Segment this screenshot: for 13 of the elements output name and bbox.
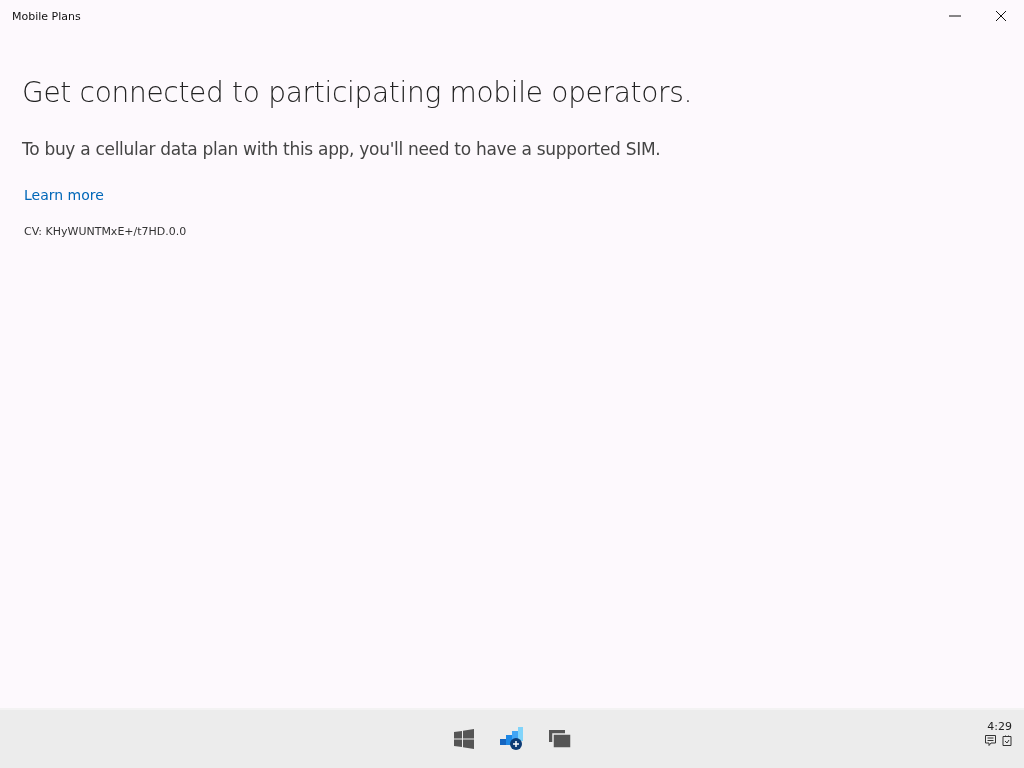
- window-title: Mobile Plans: [12, 9, 82, 23]
- signal-bars-plus-icon: [500, 727, 524, 751]
- task-view-icon: [549, 730, 571, 748]
- start-button[interactable]: [451, 726, 477, 752]
- notifications-icon[interactable]: [985, 735, 996, 746]
- clock-time: 4:29: [987, 720, 1012, 733]
- version-text: CV: KHyWUNTMxE+/t7HD.0.0: [24, 225, 187, 238]
- close-icon: [995, 10, 1007, 22]
- windows-logo-icon: [454, 729, 474, 749]
- taskbar-app-button[interactable]: [499, 726, 525, 752]
- learn-more-link[interactable]: Learn more: [24, 187, 104, 203]
- subtitle-text: To buy a cellular data plan with this app, you'll need to have a supported SIM.: [22, 139, 661, 159]
- page-heading: Get connected to participating mobile operators.: [22, 76, 693, 109]
